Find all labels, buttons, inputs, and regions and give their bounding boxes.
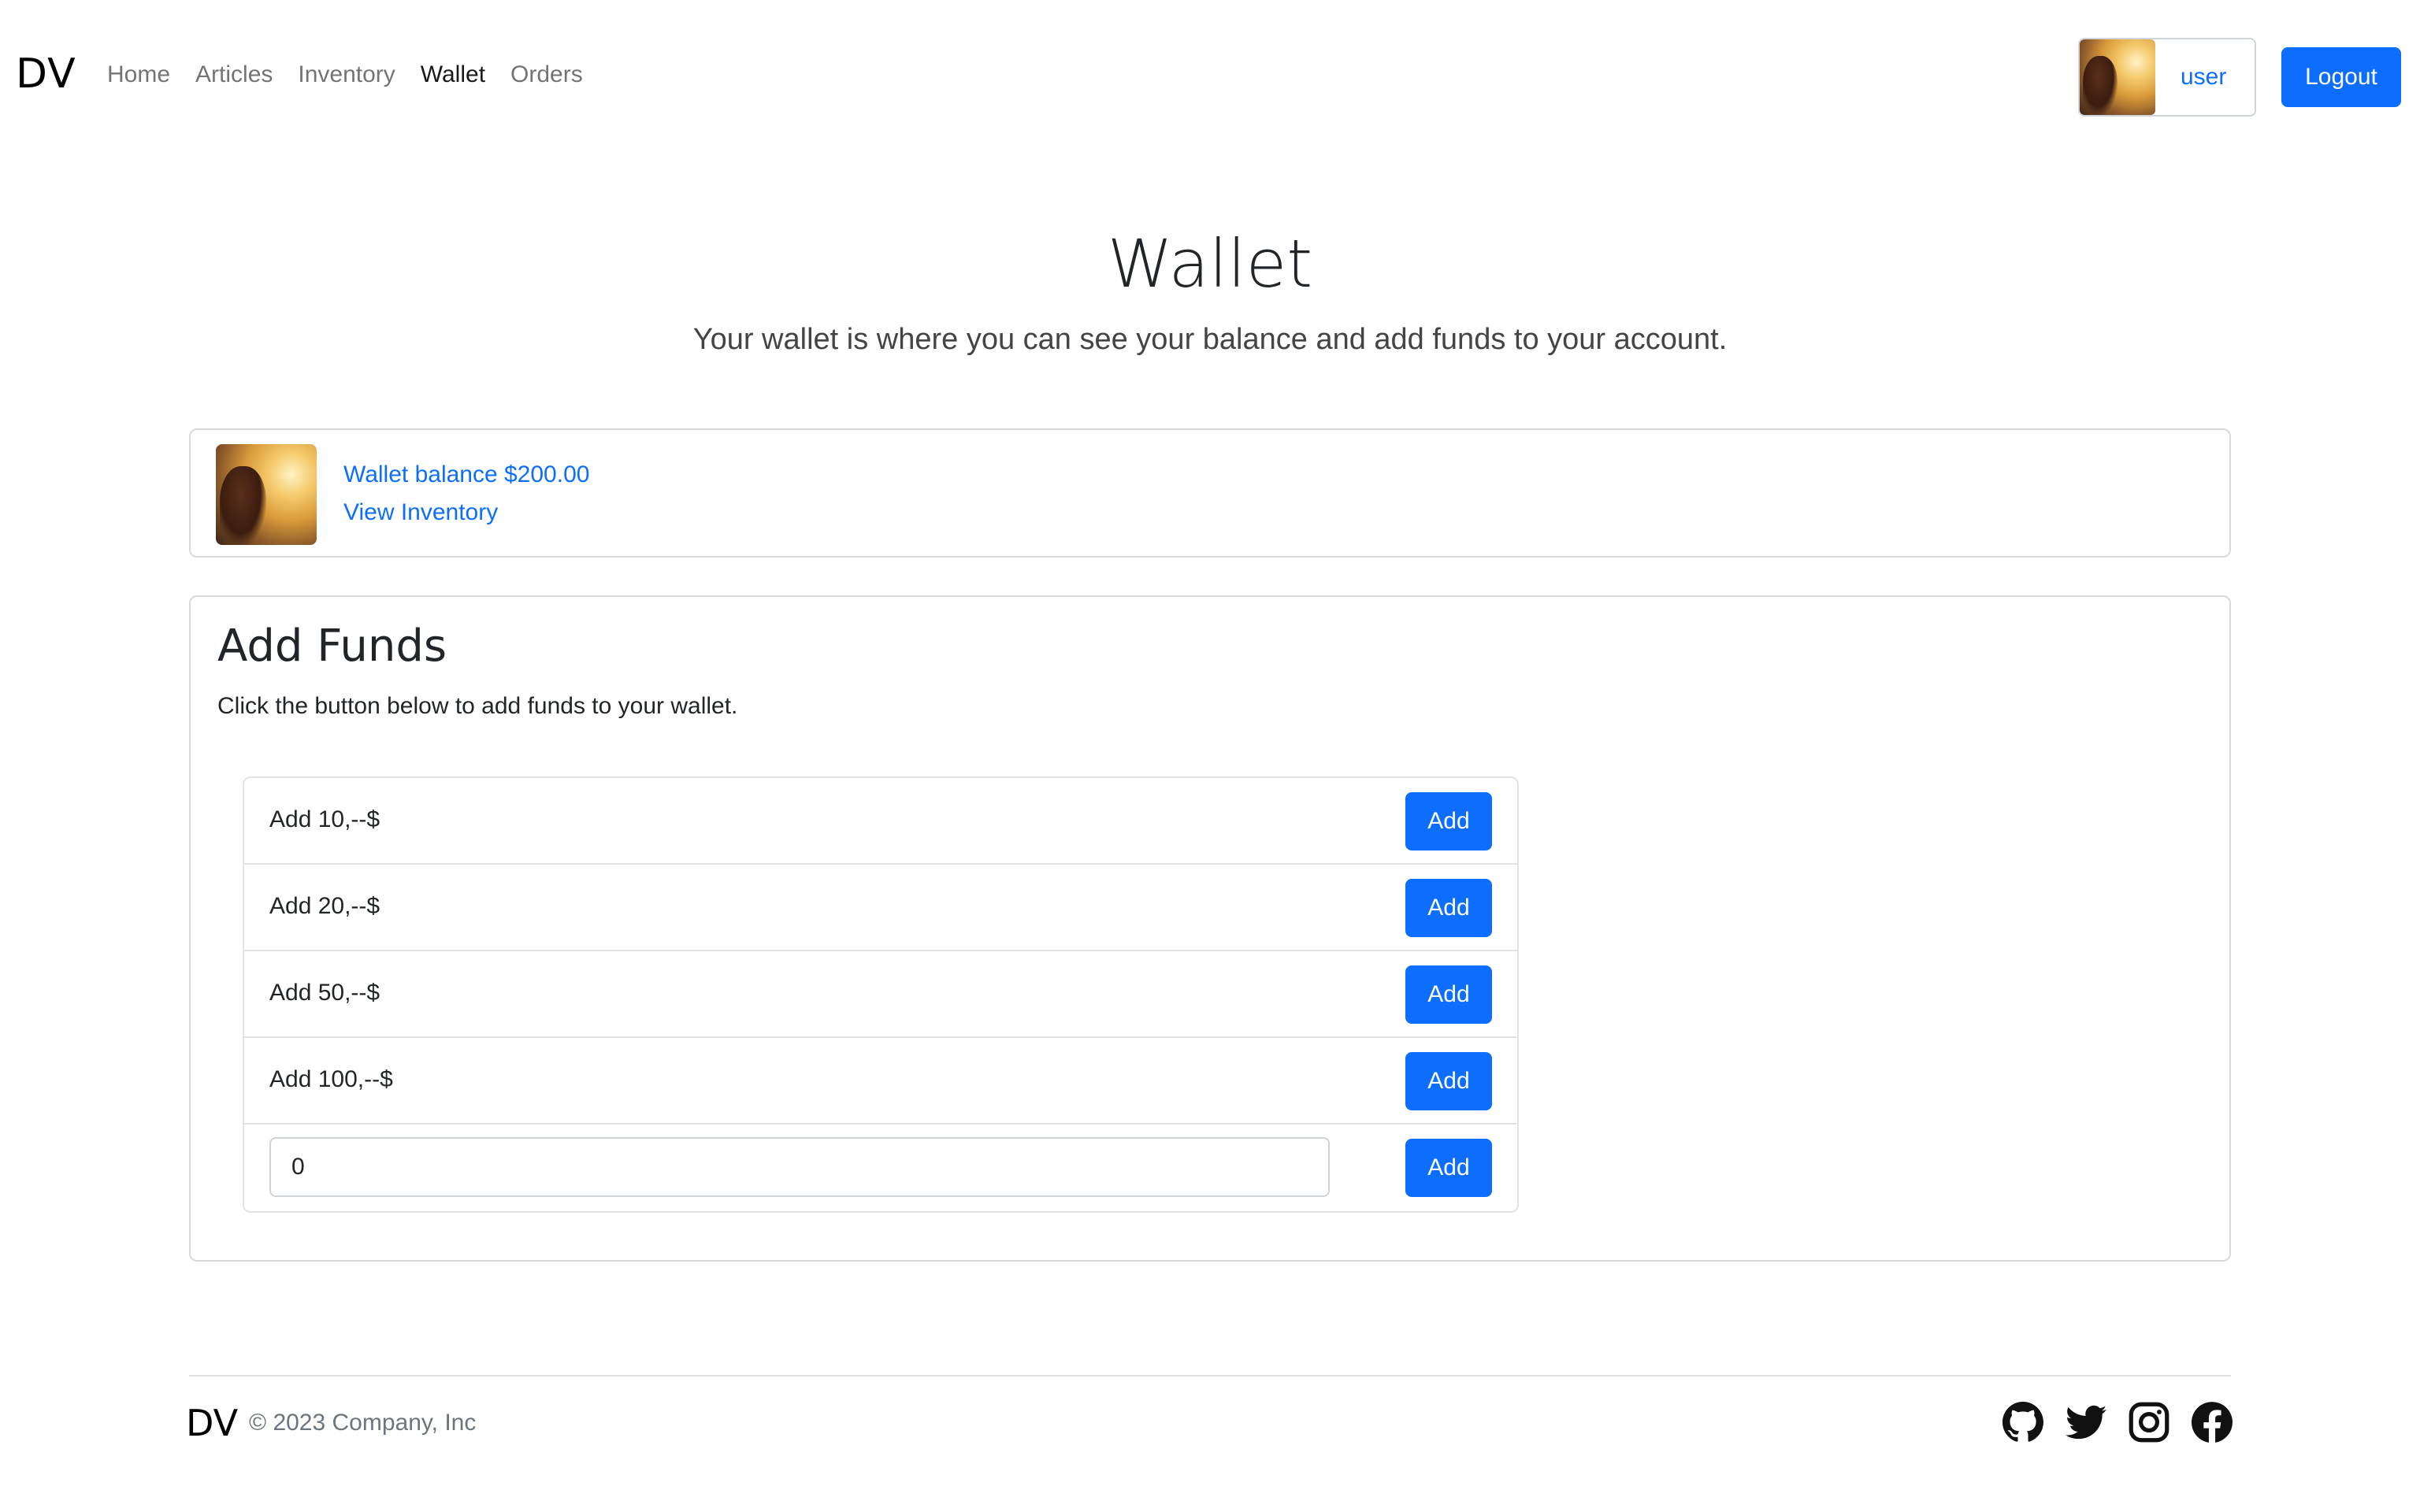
nav-links: Home Articles Inventory Wallet Orders <box>107 61 608 88</box>
logout-button[interactable]: Logout <box>2281 47 2401 107</box>
add-50-button[interactable]: Add <box>1405 965 1492 1024</box>
footer-brand[interactable]: DV <box>186 1402 238 1444</box>
fund-option-50: Add 50,--$ Add <box>244 951 1517 1038</box>
wallet-balance-card: Wallet balance $200.00 View Inventory <box>189 428 2231 558</box>
navbar: DV Home Articles Inventory Wallet Orders… <box>0 0 2420 154</box>
footer-copyright: © 2023 Company, Inc <box>249 1410 477 1436</box>
nav-link-orders[interactable]: Orders <box>510 61 583 88</box>
add-funds-card: Add Funds Click the button below to add … <box>189 595 2231 1262</box>
custom-amount-input[interactable] <box>269 1137 1330 1197</box>
add-funds-description: Click the button below to add funds to y… <box>217 693 738 719</box>
fund-option-20: Add 20,--$ Add <box>244 865 1517 951</box>
nav-link-articles[interactable]: Articles <box>195 61 273 88</box>
brand-logo[interactable]: DV <box>16 50 76 98</box>
add-100-button[interactable]: Add <box>1405 1052 1492 1110</box>
username-label: user <box>2181 64 2227 90</box>
fund-options-list: Add 10,--$ Add Add 20,--$ Add Add 50,--$… <box>243 776 1519 1213</box>
github-icon[interactable] <box>2002 1402 2043 1443</box>
instagram-icon[interactable] <box>2129 1402 2169 1443</box>
custom-amount-row: Add <box>244 1125 1517 1211</box>
page-title: Wallet <box>1107 225 1313 302</box>
add-custom-amount-button[interactable]: Add <box>1405 1139 1492 1197</box>
user-avatar <box>216 444 317 545</box>
fund-option-label: Add 50,--$ <box>269 980 380 1006</box>
add-20-button[interactable]: Add <box>1405 879 1492 937</box>
nav-link-wallet[interactable]: Wallet <box>421 61 485 88</box>
fund-option-10: Add 10,--$ Add <box>244 778 1517 865</box>
avatar <box>2080 39 2155 115</box>
nav-link-inventory[interactable]: Inventory <box>298 61 395 88</box>
add-10-button[interactable]: Add <box>1405 792 1492 850</box>
facebook-icon[interactable] <box>2192 1402 2233 1443</box>
page-subtitle: Your wallet is where you can see your ba… <box>692 323 1728 356</box>
wallet-balance-text: Wallet balance $200.00 <box>343 461 590 487</box>
user-profile-button[interactable]: user <box>2078 38 2256 117</box>
nav-link-home[interactable]: Home <box>107 61 170 88</box>
add-funds-title: Add Funds <box>217 621 447 672</box>
fund-option-100: Add 100,--$ Add <box>244 1038 1517 1125</box>
fund-option-label: Add 20,--$ <box>269 893 380 919</box>
view-inventory-link[interactable]: View Inventory <box>343 499 498 526</box>
fund-option-label: Add 10,--$ <box>269 806 380 832</box>
fund-option-label: Add 100,--$ <box>269 1066 393 1092</box>
footer-divider <box>189 1375 2231 1377</box>
twitter-icon[interactable] <box>2066 1402 2106 1443</box>
